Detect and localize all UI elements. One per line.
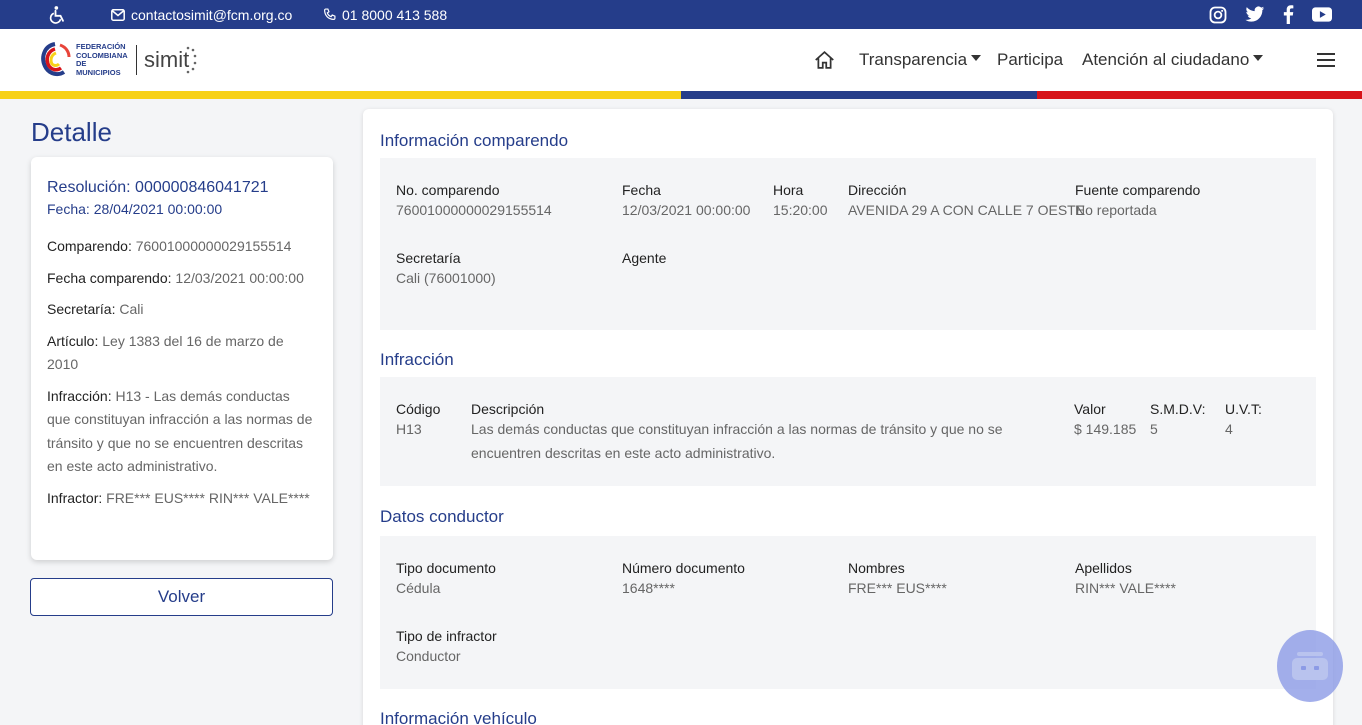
section-title-infraccion: Infracción [380, 350, 454, 369]
phone-text: 01 8000 413 588 [342, 6, 448, 23]
main-header: FEDERACIÓN COLOMBIANA DE MUNICIPIOS simi… [0, 29, 1362, 91]
chatbot-button[interactable] [1277, 630, 1343, 702]
summary-row-infractor: Infractor: FRE*** EUS**** RIN*** VALE***… [47, 489, 310, 506]
field-fecha: Fecha 12/03/2021 00:00:00 [622, 182, 751, 218]
field-tipo-infractor: Tipo de infractor Conductor [396, 628, 497, 664]
summary-row-fecha-comparendo: Fecha comparendo: 12/03/2021 00:00:00 [47, 269, 304, 286]
nav-transparencia-label: Transparencia [859, 50, 968, 69]
phone-link[interactable]: 01 8000 413 588 [323, 0, 447, 29]
nav-home[interactable] [814, 29, 835, 91]
field-no-comparendo: No. comparendo 76001000000029155514 [396, 182, 552, 218]
chevron-down-icon [1253, 55, 1264, 61]
summary-row-secretaria: Secretaría: Cali [47, 301, 144, 317]
field-agente: Agente [622, 250, 667, 266]
nav-participa[interactable]: Participa [997, 29, 1063, 91]
accessibility-button[interactable] [48, 0, 68, 29]
email-text: contactosimit@fcm.org.co [131, 6, 293, 23]
mail-icon [111, 8, 125, 21]
info-comparendo-box: No. comparendo 76001000000029155514 Fech… [380, 158, 1316, 330]
field-numero-documento: Número documento 1648**** [622, 560, 745, 596]
flag-blue [681, 91, 1037, 99]
logo-divider [136, 45, 137, 75]
fcm-simit-logo[interactable]: FEDERACIÓN COLOMBIANA DE MUNICIPIOS simi… [38, 38, 197, 82]
accessibility-icon [49, 5, 64, 24]
field-nombres: Nombres FRE*** EUS**** [848, 560, 947, 596]
field-apellidos: Apellidos RIN*** VALE**** [1075, 560, 1176, 596]
summary-row-infraccion: Infracción: H13 - Las demás conductas qu… [47, 387, 313, 475]
summary-row-articulo: Artículo: Ley 1383 del 16 de marzo de 20… [47, 332, 284, 373]
conductor-box: Tipo documento Cédula Número documento 1… [380, 536, 1316, 689]
field-hora: Hora 15:20:00 [773, 182, 828, 218]
resolution-number: Resolución: 000000846041721 [47, 179, 269, 196]
section-title-datos-conductor: Datos conductor [380, 507, 504, 526]
flag-yellow [0, 91, 681, 99]
resolution-summary-card: Resolución: 000000846041721 Fecha: 28/04… [31, 157, 333, 560]
field-tipo-documento: Tipo documento Cédula [396, 560, 496, 596]
nav-atencion-label: Atención al ciudadano [1082, 50, 1250, 69]
field-valor: Valor $ 149.185 [1074, 401, 1137, 437]
top-bar: contactosimit@fcm.org.co 01 8000 413 588 [0, 0, 1362, 29]
menu-icon [1317, 53, 1335, 67]
instagram-icon[interactable] [1209, 6, 1227, 24]
logo-text: FEDERACIÓN COLOMBIANA DE MUNICIPIOS [76, 42, 128, 77]
email-link[interactable]: contactosimit@fcm.org.co [111, 0, 292, 29]
nav-transparencia[interactable]: Transparencia [859, 29, 982, 91]
hamburger-menu-button[interactable] [1317, 29, 1335, 91]
section-title-info-vehiculo: Información vehículo [380, 709, 537, 725]
detail-panel: Información comparendo No. comparendo 76… [363, 109, 1333, 725]
phone-icon [324, 8, 336, 20]
volver-button[interactable]: Volver [30, 578, 333, 616]
fcm-logo-icon [41, 42, 71, 77]
field-uvt: U.V.T: 4 [1225, 401, 1262, 437]
field-smdv: S.M.D.V: 5 [1150, 401, 1206, 437]
section-title-info-comparendo: Información comparendo [380, 131, 569, 150]
nav-participa-label: Participa [997, 50, 1064, 69]
nav-atencion[interactable]: Atención al ciudadano [1082, 29, 1264, 91]
youtube-icon[interactable] [1312, 7, 1332, 22]
twitter-icon[interactable] [1245, 6, 1265, 23]
field-direccion: Dirección AVENIDA 29 A CON CALLE 7 OESTE [848, 182, 1086, 218]
page-title: Detalle [31, 117, 112, 147]
field-descripcion: Descripción Las demás conductas que cons… [471, 401, 1003, 461]
field-codigo: Código H13 [396, 401, 441, 437]
simit-brand: simit [144, 47, 190, 72]
infraccion-box: Código H13 Descripción Las demás conduct… [380, 377, 1316, 486]
social-links [1209, 0, 1332, 29]
summary-row-comparendo: Comparendo: 76001000000029155514 [47, 238, 292, 254]
field-fuente-comparendo: Fuente comparendo No reportada [1075, 182, 1201, 218]
home-icon [815, 50, 834, 69]
facebook-icon[interactable] [1283, 5, 1294, 24]
chatbot-icon [1292, 652, 1328, 680]
flag-red [1037, 91, 1362, 99]
field-secretaria: Secretaría Cali (76001000) [396, 250, 496, 286]
chevron-down-icon [971, 55, 982, 61]
flag-stripe [0, 91, 1362, 99]
resolution-date: Fecha: 28/04/2021 00:00:00 [47, 201, 223, 217]
